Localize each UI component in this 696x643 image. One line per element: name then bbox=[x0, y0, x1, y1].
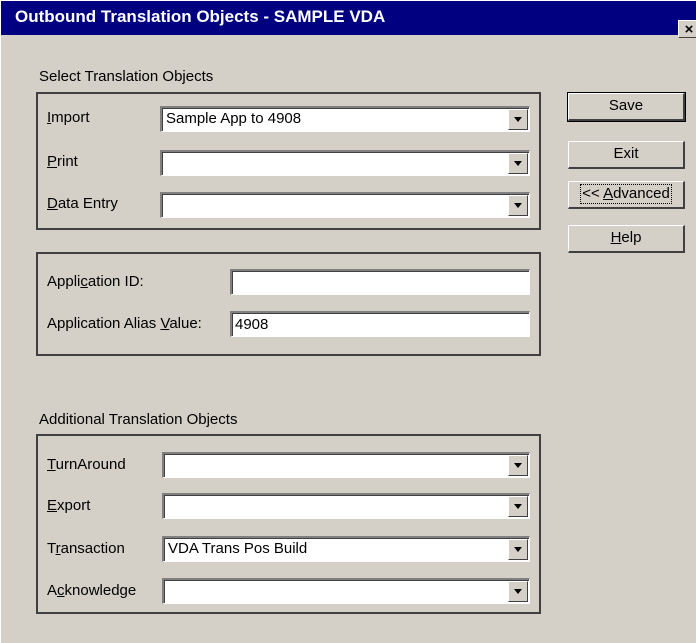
advanced-button-label: << Advanced bbox=[580, 184, 672, 204]
export-dropdown-button[interactable] bbox=[508, 496, 528, 517]
application-alias-field[interactable]: 4908 bbox=[230, 311, 530, 337]
print-combobox[interactable] bbox=[160, 150, 530, 176]
chevron-down-icon bbox=[514, 547, 522, 552]
chevron-down-icon bbox=[514, 463, 522, 468]
transaction-dropdown-button[interactable] bbox=[508, 539, 528, 560]
chevron-down-icon bbox=[514, 504, 522, 509]
application-alias-label: Application Alias Value: bbox=[47, 315, 202, 332]
export-combobox[interactable] bbox=[162, 493, 530, 519]
help-button-label: Help bbox=[610, 229, 642, 246]
acknowledge-dropdown-button[interactable] bbox=[508, 581, 528, 602]
import-combobox[interactable]: Sample App to 4908 bbox=[160, 106, 530, 132]
dialog-window: Outbound Translation Objects - SAMPLE VD… bbox=[0, 0, 696, 643]
chevron-down-icon bbox=[514, 161, 522, 166]
advanced-button[interactable]: << Advanced bbox=[568, 181, 685, 209]
additional-translation-objects-heading: Additional Translation Objects bbox=[39, 411, 238, 428]
application-alias-value: 4908 bbox=[235, 316, 269, 333]
window-title: Outbound Translation Objects - SAMPLE VD… bbox=[15, 7, 386, 26]
save-button[interactable]: Save bbox=[567, 92, 686, 122]
transaction-value: VDA Trans Pos Build bbox=[168, 540, 308, 557]
data-entry-combobox[interactable] bbox=[160, 192, 530, 218]
acknowledge-combobox[interactable] bbox=[162, 578, 530, 604]
import-value: Sample App to 4908 bbox=[166, 110, 302, 127]
close-button[interactable]: × bbox=[678, 20, 696, 38]
turnaround-label: TurnAround bbox=[47, 456, 126, 473]
exit-button[interactable]: Exit bbox=[568, 141, 685, 169]
acknowledge-label: Acknowledge bbox=[47, 582, 137, 599]
print-label: Print bbox=[47, 153, 78, 170]
data-entry-dropdown-button[interactable] bbox=[508, 195, 528, 216]
import-label: Import bbox=[47, 109, 90, 126]
title-bar[interactable]: Outbound Translation Objects - SAMPLE VD… bbox=[1, 1, 696, 35]
chevron-down-icon bbox=[514, 117, 522, 122]
chevron-down-icon bbox=[514, 589, 522, 594]
close-icon: × bbox=[684, 21, 694, 38]
select-translation-objects-heading: Select Translation Objects bbox=[39, 68, 214, 85]
export-label: Export bbox=[47, 497, 91, 514]
application-group bbox=[36, 252, 541, 356]
chevron-down-icon bbox=[514, 203, 522, 208]
turnaround-combobox[interactable] bbox=[162, 452, 530, 478]
help-button[interactable]: Help bbox=[568, 225, 685, 253]
application-id-field[interactable] bbox=[230, 269, 530, 295]
application-id-label: Application ID: bbox=[47, 273, 144, 290]
turnaround-dropdown-button[interactable] bbox=[508, 455, 528, 476]
import-dropdown-button[interactable] bbox=[508, 109, 528, 130]
print-dropdown-button[interactable] bbox=[508, 153, 528, 174]
transaction-label: Transaction bbox=[47, 540, 125, 557]
data-entry-label: Data Entry bbox=[47, 195, 118, 212]
transaction-combobox[interactable]: VDA Trans Pos Build bbox=[162, 536, 530, 562]
